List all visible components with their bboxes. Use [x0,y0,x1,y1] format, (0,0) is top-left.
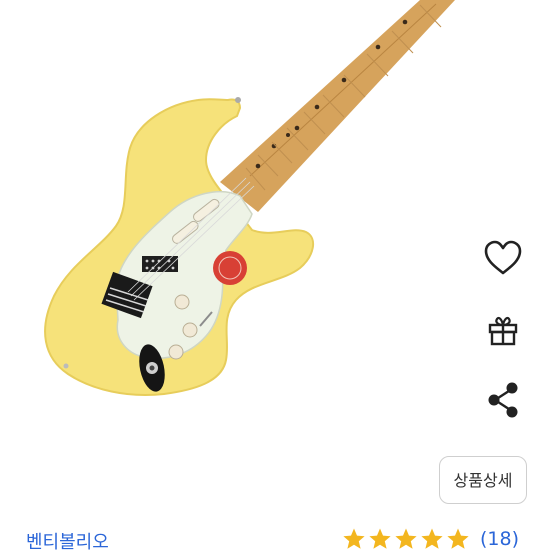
review-count[interactable]: (18) [480,528,519,550]
product-image [44,0,455,397]
star-icon [369,528,391,549]
guitar-neck [220,0,455,212]
product-detail-button[interactable]: 상품상세 [439,456,527,504]
share-button[interactable] [478,378,528,422]
brand-badge [213,251,247,285]
star-icon [395,528,417,549]
rating[interactable]: (18) [342,527,519,551]
gift-icon [488,316,518,346]
star-icon [421,528,443,549]
gift-button[interactable] [478,308,528,352]
brand-link[interactable]: 벤티볼리오 [26,528,109,554]
share-icon [488,382,518,418]
star-icon [447,528,469,549]
star-icon [343,528,365,549]
heart-outline-icon [484,240,522,275]
wishlist-button[interactable] [478,236,528,280]
